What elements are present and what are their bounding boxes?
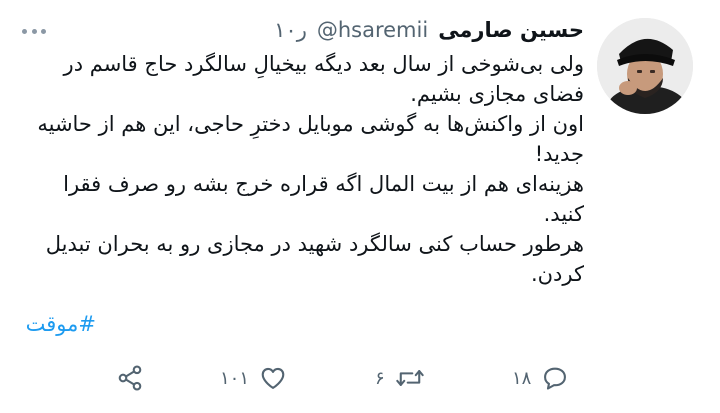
retweet-button[interactable]: ۶ xyxy=(375,364,425,392)
avatar-photo xyxy=(597,18,693,114)
like-count: ۱۰۱ xyxy=(220,367,250,389)
reply-button[interactable]: ۱۸ xyxy=(512,364,569,392)
tweet-paragraph: اون از واکنش‌ها به گوشی موبایل دخترِ حاج… xyxy=(37,112,584,166)
like-button[interactable]: ۱۰۱ xyxy=(220,364,287,392)
reply-count: ۱۸ xyxy=(512,367,532,389)
tweet-card: حسین صارمی @hsaremii ۱۰ر ولی بی‌شوخی از … xyxy=(0,0,720,413)
tweet-header: حسین صارمی @hsaremii ۱۰ر xyxy=(274,18,584,42)
tweet-paragraph: هرطور حساب کنی سالگرد شهید در مجازی رو ب… xyxy=(45,232,584,286)
avatar[interactable] xyxy=(597,18,693,114)
retweet-icon xyxy=(395,364,425,392)
author-handle[interactable]: @hsaremii xyxy=(317,18,428,42)
retweet-count: ۶ xyxy=(375,367,385,389)
tweet-paragraph: هزینه‌ای هم از بیت المال اگه قراره خرج ب… xyxy=(63,172,584,226)
reply-icon xyxy=(541,364,569,392)
author-name[interactable]: حسین صارمی xyxy=(438,18,584,42)
share-button[interactable] xyxy=(116,364,144,392)
share-icon xyxy=(116,364,144,392)
hashtag-link[interactable]: #موقت xyxy=(26,312,96,336)
tweet-paragraph: ولی بی‌شوخی از سال بعد دیگه بیخیالِ سالگ… xyxy=(63,52,584,106)
tweet-actions: ۱۸ ۶ ۱۰۱ xyxy=(0,360,720,404)
more-dots-icon[interactable] xyxy=(22,26,46,36)
tweet-time[interactable]: ۱۰ر xyxy=(274,18,307,42)
tweet-text: ولی بی‌شوخی از سال بعد دیگه بیخیالِ سالگ… xyxy=(32,49,584,289)
heart-icon xyxy=(259,364,287,392)
